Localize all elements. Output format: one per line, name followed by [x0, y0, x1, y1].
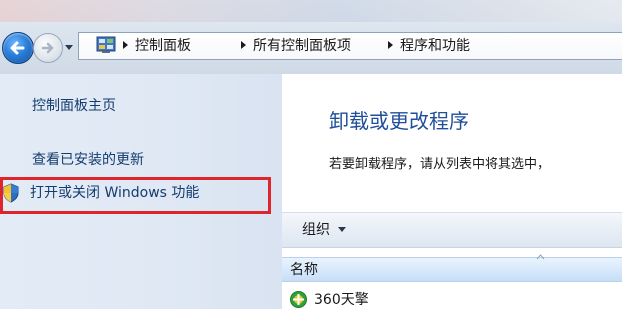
page-title: 卸载或更改程序: [329, 109, 469, 133]
program-name: 360天擎: [314, 292, 369, 308]
control-panel-icon: [96, 36, 116, 53]
windows-features-link[interactable]: 打开或关闭 Windows 功能: [0, 175, 272, 211]
back-arrow-icon: [10, 41, 25, 55]
360-app-icon: [290, 291, 307, 308]
control-panel-home-link[interactable]: 控制面板主页: [32, 96, 116, 116]
breadcrumb-control-panel[interactable]: 控制面板: [135, 36, 191, 56]
sort-ascending-icon: [536, 254, 545, 260]
forward-arrow-icon: [41, 42, 54, 54]
chevron-right-icon[interactable]: [386, 40, 394, 50]
column-name-header[interactable]: 名称: [290, 260, 318, 280]
back-button[interactable]: [2, 32, 34, 64]
list-column-header: [282, 257, 622, 282]
view-installed-updates-link[interactable]: 查看已安装的更新: [32, 150, 144, 170]
organize-label: 组织: [302, 222, 330, 238]
programs-and-features-window: 控制面板 所有控制面板项 程序和功能 控制面板主页 查看已安装的更新 打开或关闭…: [0, 0, 622, 309]
windows-features-label: 打开或关闭 Windows 功能: [30, 185, 200, 201]
chevron-right-icon[interactable]: [121, 40, 129, 50]
uac-shield-icon: [3, 183, 19, 203]
breadcrumb-all-items[interactable]: 所有控制面板项: [253, 36, 351, 56]
organize-button[interactable]: 组织: [302, 219, 346, 241]
chevron-down-icon: [338, 227, 346, 232]
forward-button[interactable]: [33, 33, 63, 63]
breadcrumb-programs-features[interactable]: 程序和功能: [400, 36, 470, 56]
page-description: 若要卸载程序，请从列表中将其选中，: [329, 157, 551, 172]
chevron-right-icon[interactable]: [239, 40, 247, 50]
title-bar-background: [0, 0, 622, 22]
chevron-down-icon[interactable]: [64, 42, 74, 52]
